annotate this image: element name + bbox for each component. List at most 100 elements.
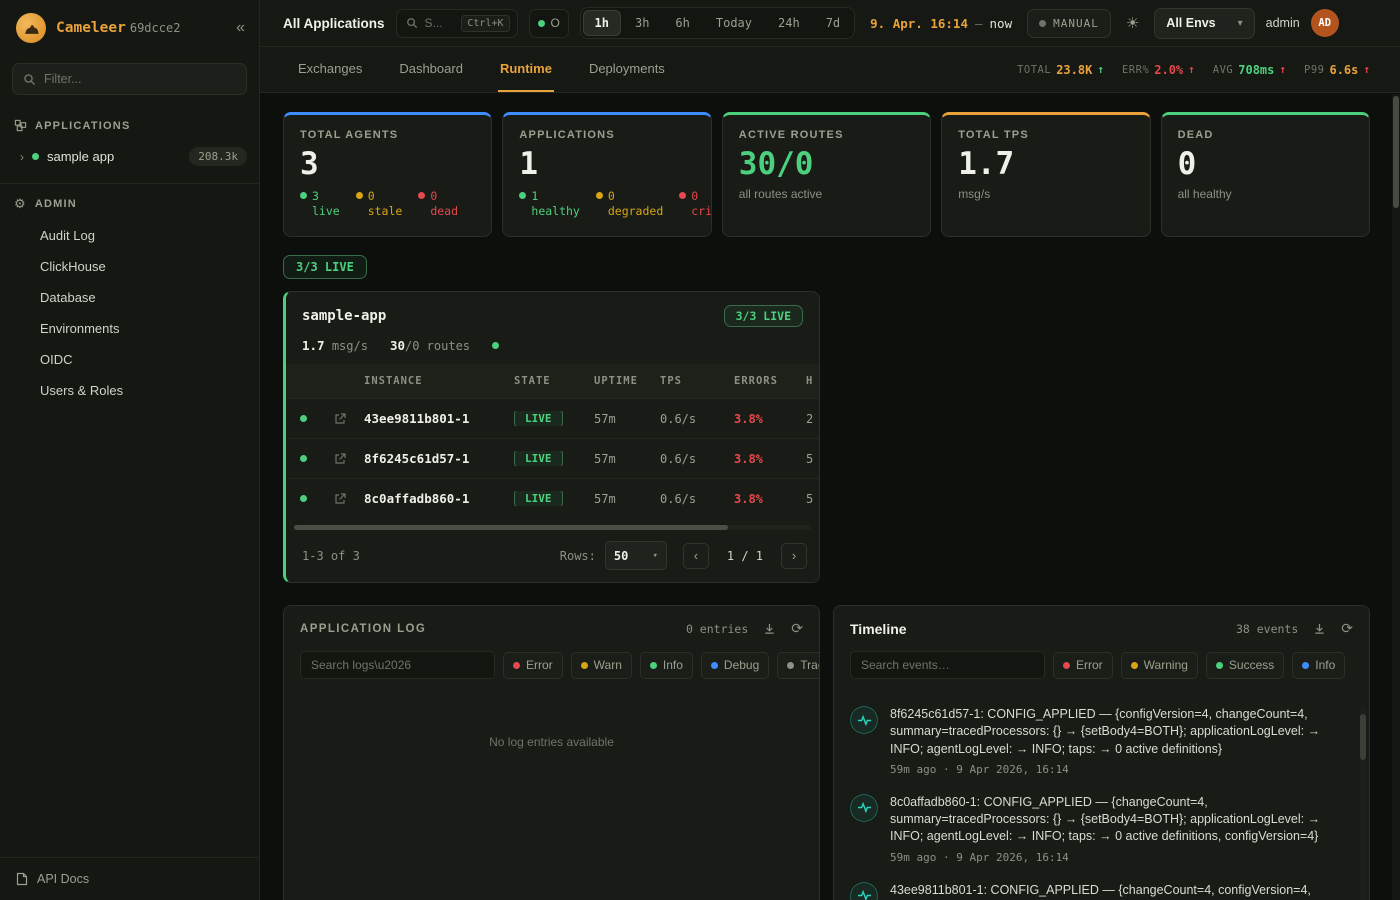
refresh-icon[interactable]: ⟳ (1341, 620, 1353, 637)
table-row[interactable]: 8f6245c61d57-1 LIVE 57m 0.6/s 3.8% 5 (286, 438, 819, 478)
api-docs-link[interactable]: API Docs (0, 857, 259, 900)
scrollbar-thumb[interactable] (1393, 96, 1399, 208)
app-root: Cameleer69dcce2 « APPLICATIONS › sample … (0, 0, 1400, 900)
chevron-down-icon: ▾ (1238, 18, 1243, 29)
log-filter-warn[interactable]: Warn (571, 652, 632, 679)
time-range-selector: 1h 3h 6h Today 24h 7d (580, 7, 856, 39)
table-row[interactable]: 8c0affadb860-1 LIVE 57m 0.6/s 3.8% 5 (286, 478, 819, 518)
time-to: now (990, 16, 1013, 31)
external-link-icon[interactable] (320, 413, 360, 425)
sidebar-filter[interactable] (12, 63, 247, 95)
app-live-badge: 3/3 LIVE (724, 305, 803, 327)
range-button-1h[interactable]: 1h (583, 10, 621, 36)
activity-icon (850, 882, 878, 900)
external-link-icon[interactable] (320, 493, 360, 505)
arrow-up-icon: ↑ (1363, 63, 1370, 76)
live-summary-pill: 3/3 LIVE (283, 255, 367, 279)
global-search[interactable]: S... Ctrl+K (396, 9, 518, 38)
online-dot (538, 20, 545, 27)
sidebar-item-users-roles[interactable]: Users & Roles (0, 375, 259, 406)
range-button-7d[interactable]: 7d (814, 10, 852, 36)
timeline-scrollbar[interactable] (1360, 706, 1366, 900)
brand-id: 69dcce2 (130, 21, 181, 35)
sample-app-label: sample app (47, 149, 114, 164)
application-log-panel: APPLICATION LOG 0 entries ⟳ Error Warn (283, 605, 820, 900)
tab-runtime[interactable]: Runtime (498, 47, 554, 92)
bottom-panels: APPLICATION LOG 0 entries ⟳ Error Warn (283, 605, 1370, 900)
document-icon (16, 872, 28, 886)
instance-status-dot (300, 455, 307, 462)
sidebar-collapse-button[interactable]: « (236, 20, 245, 36)
theme-toggle-button[interactable]: ☀ (1122, 10, 1143, 36)
sidebar-item-audit-log[interactable]: Audit Log (0, 220, 259, 251)
sub-live: 3live (300, 189, 340, 219)
online-label: O (551, 16, 560, 30)
rows-per-page-select[interactable]: 50 ▾ (605, 541, 667, 570)
table-footer: 1-3 of 3 Rows: 50 ▾ ‹ 1 / 1 › (286, 530, 819, 582)
range-button-24h[interactable]: 24h (766, 10, 812, 36)
sidebar-item-sample-app[interactable]: › sample app 208.3k (0, 140, 259, 173)
next-page-button[interactable]: › (781, 543, 807, 569)
tab-dashboard[interactable]: Dashboard (397, 47, 465, 92)
tab-exchanges[interactable]: Exchanges (296, 47, 364, 92)
avatar[interactable]: AD (1311, 9, 1339, 37)
log-search-input[interactable] (300, 651, 495, 679)
card-active-routes: ACTIVE ROUTES 30/0 all routes active (722, 112, 931, 237)
log-filter-debug[interactable]: Debug (701, 652, 769, 679)
expand-chevron-icon[interactable]: › (20, 150, 24, 164)
app-name: sample-app (302, 308, 386, 324)
tab-deployments[interactable]: Deployments (587, 47, 667, 92)
range-button-3h[interactable]: 3h (623, 10, 661, 36)
timeline-event[interactable]: 43ee9811b801-1: CONFIG_APPLIED — {change… (850, 873, 1347, 900)
scrollbar-thumb[interactable] (1360, 714, 1366, 760)
card-total-agents: TOTAL AGENTS 3 3live 0stale 0dead (283, 112, 492, 237)
range-button-today[interactable]: Today (704, 10, 764, 36)
table-row[interactable]: 43ee9811b801-1 LIVE 57m 0.6/s 3.8% 2 (286, 398, 819, 438)
sidebar-item-clickhouse[interactable]: ClickHouse (0, 251, 259, 282)
log-empty-state: No log entries available (284, 691, 819, 749)
log-filter-error[interactable]: Error (503, 652, 563, 679)
timeline-filter-error[interactable]: Error (1053, 652, 1113, 679)
page-title: All Applications (283, 16, 385, 31)
search-icon (23, 73, 36, 86)
content: TOTAL AGENTS 3 3live 0stale 0dead APPLIC… (260, 93, 1400, 900)
status-dot (32, 153, 39, 160)
timeline-event[interactable]: 8f6245c61d57-1: CONFIG_APPLIED — {config… (850, 697, 1347, 785)
time-window-display[interactable]: 9. Apr. 16:14 – now (866, 16, 1016, 31)
download-icon[interactable] (763, 622, 776, 635)
manual-dot (1039, 20, 1046, 27)
refresh-icon[interactable]: ⟳ (791, 620, 803, 637)
timeline-filter-info[interactable]: Info (1292, 652, 1345, 679)
event-text: 8f6245c61d57-1: CONFIG_APPLIED — {config… (890, 706, 1347, 758)
app-tps: 1.7 msg/s (302, 338, 368, 353)
main-area: All Applications S... Ctrl+K O 1h 3h 6h … (260, 0, 1400, 900)
refresh-mode-button[interactable]: MANUAL (1027, 9, 1111, 38)
environment-select[interactable]: All Envs ▾ (1154, 8, 1254, 39)
sidebar-item-oidc[interactable]: OIDC (0, 344, 259, 375)
external-link-icon[interactable] (320, 453, 360, 465)
timeline-filter-success[interactable]: Success (1206, 652, 1284, 679)
timeline-search-input[interactable] (850, 651, 1045, 679)
sub-stale: 0stale (356, 189, 403, 219)
sidebar-item-environments[interactable]: Environments (0, 313, 259, 344)
horizontal-scrollbar[interactable] (294, 525, 811, 530)
timeline-event[interactable]: 8c0affadb860-1: CONFIG_APPLIED — {change… (850, 785, 1347, 873)
brand-name: Cameleer (56, 20, 126, 36)
rows-range: 1-3 of 3 (302, 549, 360, 563)
state-badge: LIVE (514, 451, 563, 466)
metric-err: ERR% 2.0% ↑ (1122, 63, 1195, 77)
filter-input[interactable] (44, 72, 236, 86)
timeline-filter-warning[interactable]: Warning (1121, 652, 1198, 679)
manual-label: MANUAL (1053, 17, 1099, 30)
online-indicator[interactable]: O (529, 9, 569, 38)
range-button-6h[interactable]: 6h (663, 10, 701, 36)
download-icon[interactable] (1313, 622, 1326, 635)
scrollbar-thumb[interactable] (294, 525, 728, 530)
log-filter-info[interactable]: Info (640, 652, 693, 679)
prev-page-button[interactable]: ‹ (683, 543, 709, 569)
timeline-title: Timeline (850, 621, 907, 637)
page-indicator: 1 / 1 (727, 549, 763, 563)
page-scrollbar[interactable] (1392, 94, 1400, 900)
log-filter-trace[interactable]: Trace (777, 652, 820, 679)
sidebar-item-database[interactable]: Database (0, 282, 259, 313)
